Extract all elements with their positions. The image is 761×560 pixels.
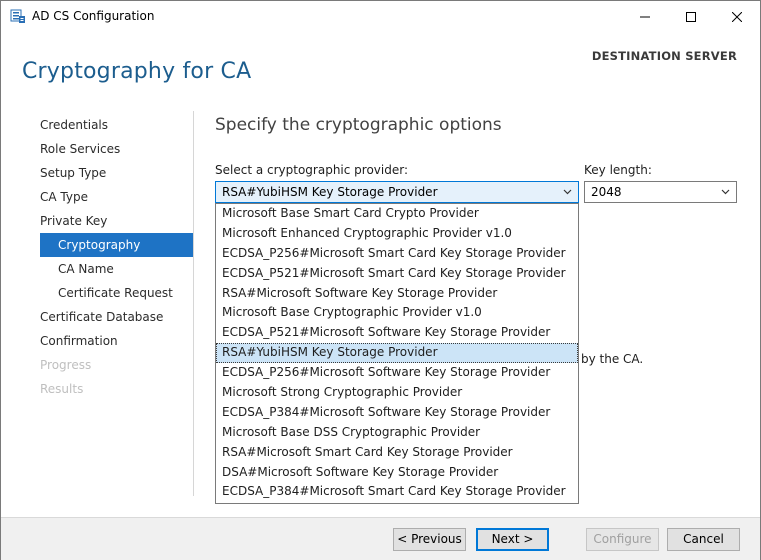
destination-server-label: DESTINATION SERVER: [591, 49, 737, 63]
nav-item-certificate-database[interactable]: Certificate Database: [40, 305, 193, 329]
cancel-button[interactable]: Cancel: [667, 528, 740, 551]
provider-option[interactable]: ECDSA_P256#Microsoft Smart Card Key Stor…: [216, 244, 578, 264]
provider-select[interactable]: RSA#YubiHSM Key Storage Provider: [215, 181, 579, 203]
section-heading: Specify the cryptographic options: [215, 115, 502, 135]
nav-item-progress: Progress: [40, 358, 92, 372]
nav-item-certificate-request[interactable]: Certificate Request: [40, 281, 193, 305]
page-title: Cryptography for CA: [22, 59, 252, 84]
provider-option[interactable]: Microsoft Base DSS Cryptographic Provide…: [216, 423, 578, 443]
nav-item-results: Results: [40, 382, 84, 396]
previous-button[interactable]: < Previous: [393, 528, 466, 551]
configure-button: Configure: [586, 528, 659, 551]
nav-item-confirmation[interactable]: Confirmation: [40, 329, 193, 353]
nav-item-ca-type[interactable]: CA Type: [40, 185, 193, 209]
close-button[interactable]: [714, 1, 760, 32]
provider-option[interactable]: DSA#Microsoft Software Key Storage Provi…: [216, 463, 578, 483]
nav-item-setup-type[interactable]: Setup Type: [40, 161, 193, 185]
window-title: AD CS Configuration: [32, 9, 155, 23]
nav-item-credentials[interactable]: Credentials: [40, 113, 193, 137]
key-length-select[interactable]: 2048: [584, 181, 737, 203]
key-length-label: Key length:: [584, 163, 652, 177]
ad-cs-configuration-window: AD CS Configuration Cryptography for CA …: [0, 0, 761, 560]
provider-option[interactable]: ECDSA_P256#Microsoft Software Key Storag…: [216, 363, 578, 383]
provider-option[interactable]: RSA#YubiHSM Key Storage Provider: [216, 343, 578, 364]
nav-divider: [193, 111, 194, 496]
provider-label: Select a cryptographic provider:: [215, 163, 409, 177]
close-icon: [732, 11, 742, 22]
provider-option[interactable]: ECDSA_P521#Microsoft Software Key Storag…: [216, 323, 578, 343]
provider-option[interactable]: ECDSA_P384#Microsoft Software Key Storag…: [216, 403, 578, 423]
provider-option[interactable]: RSA#Microsoft Software Key Storage Provi…: [216, 284, 578, 304]
provider-select-value: RSA#YubiHSM Key Storage Provider: [222, 185, 438, 199]
provider-option[interactable]: Microsoft Base Smart Card Crypto Provide…: [216, 204, 578, 224]
maximize-icon: [686, 11, 696, 22]
nav-item-role-services[interactable]: Role Services: [40, 137, 193, 161]
nav-item-cryptography[interactable]: Cryptography: [40, 233, 193, 257]
nav-item-private-key[interactable]: Private Key: [40, 209, 193, 233]
minimize-icon: [640, 16, 650, 17]
minimize-button[interactable]: [622, 1, 668, 32]
provider-dropdown-list[interactable]: Microsoft Base Smart Card Crypto Provide…: [215, 203, 579, 504]
provider-option[interactable]: ECDSA_P384#Microsoft Smart Card Key Stor…: [216, 482, 578, 502]
provider-option[interactable]: RSA#Microsoft Smart Card Key Storage Pro…: [216, 443, 578, 463]
provider-option[interactable]: Microsoft Enhanced Cryptographic Provide…: [216, 224, 578, 244]
maximize-button[interactable]: [668, 1, 714, 32]
next-button[interactable]: Next >: [476, 528, 549, 551]
title-bar[interactable]: AD CS Configuration: [1, 1, 760, 32]
wizard-navigation: Credentials Role Services Setup Type CA …: [40, 113, 193, 401]
obscured-description-text: by the CA.: [581, 352, 644, 366]
wizard-header: Cryptography for CA DESTINATION SERVER: [1, 32, 760, 96]
nav-item-ca-name[interactable]: CA Name: [40, 257, 193, 281]
provider-option[interactable]: Microsoft Base Cryptographic Provider v1…: [216, 303, 578, 323]
server-manager-icon: [10, 8, 26, 24]
chevron-down-icon: [721, 182, 730, 210]
provider-option[interactable]: Microsoft Strong Cryptographic Provider: [216, 383, 578, 403]
key-length-select-value: 2048: [591, 185, 622, 199]
provider-option[interactable]: ECDSA_P521#Microsoft Smart Card Key Stor…: [216, 264, 578, 284]
